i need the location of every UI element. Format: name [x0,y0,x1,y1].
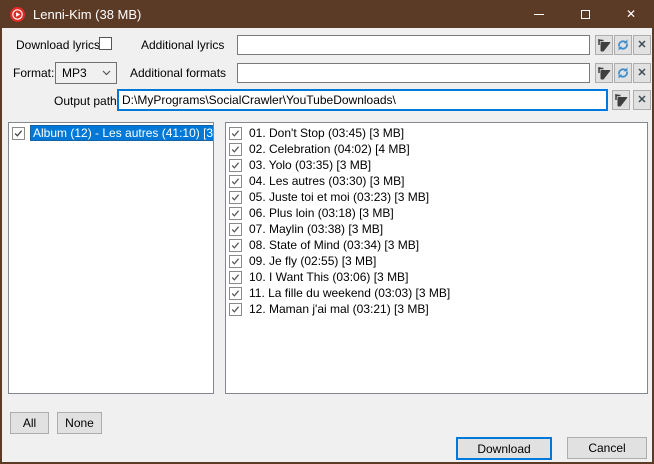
track-checkbox[interactable] [229,239,242,252]
track-label: 04. Les autres (03:30) [3 MB] [247,174,406,188]
maximize-icon [581,10,590,19]
track-checkbox[interactable] [229,175,242,188]
refresh-icon [616,66,630,80]
download-lyrics-checkbox[interactable] [99,37,112,50]
track-checkbox[interactable] [229,143,242,156]
select-all-button[interactable]: All [10,412,49,434]
lyrics-refresh-button[interactable] [614,35,632,55]
album-label: Album (12) - Les autres (41:10) [38 MB] [30,125,214,141]
paste-icon [597,38,611,52]
window-title: Lenni-Kim (38 MB) [33,7,141,22]
app-play-icon [10,7,25,22]
track-checkbox[interactable] [229,159,242,172]
formats-clear-button[interactable]: ✕ [633,63,651,83]
close-button[interactable]: ✕ [608,0,654,28]
lyrics-clear-button[interactable]: ✕ [633,35,651,55]
album-list-panel: Album (12) - Les autres (41:10) [38 MB] [8,122,214,394]
album-row[interactable]: Album (12) - Les autres (41:10) [38 MB] [9,125,213,141]
additional-lyrics-input[interactable] [237,35,590,55]
client-area: Download lyrics Additional lyrics ✕ Form… [2,28,652,462]
formats-paste-button[interactable] [595,63,613,83]
output-path-input[interactable] [117,89,608,111]
track-checkbox[interactable] [229,223,242,236]
download-lyrics-label: Download lyrics [16,38,100,52]
clear-x-icon: ✕ [637,68,646,79]
track-label: 03. Yolo (03:35) [3 MB] [247,158,373,172]
chevron-down-icon [102,70,111,76]
minimize-icon [534,14,544,15]
app-window: Lenni-Kim (38 MB) ✕ Download lyrics Addi… [0,0,654,464]
paste-icon [597,66,611,80]
track-label: 01. Don't Stop (03:45) [3 MB] [247,126,406,140]
paste-icon [614,93,628,107]
track-checkbox[interactable] [229,127,242,140]
track-checkbox[interactable] [229,287,242,300]
track-row[interactable]: 11. La fille du weekend (03:03) [3 MB] [226,285,647,301]
additional-lyrics-label: Additional lyrics [141,38,224,52]
track-row[interactable]: 02. Celebration (04:02) [4 MB] [226,141,647,157]
maximize-button[interactable] [562,0,608,28]
track-row[interactable]: 06. Plus loin (03:18) [3 MB] [226,205,647,221]
close-icon: ✕ [626,8,636,20]
track-checkbox[interactable] [229,271,242,284]
track-label: 08. State of Mind (03:34) [3 MB] [247,238,421,252]
output-path-clear-button[interactable]: ✕ [633,90,651,110]
format-value: MP3 [62,66,87,80]
title-bar: Lenni-Kim (38 MB) ✕ [0,0,654,28]
track-row[interactable]: 05. Juste toi et moi (03:23) [3 MB] [226,189,647,205]
track-label: 11. La fille du weekend (03:03) [3 MB] [247,286,452,300]
additional-formats-input[interactable] [237,63,590,83]
track-row[interactable]: 09. Je fly (02:55) [3 MB] [226,253,647,269]
track-label: 05. Juste toi et moi (03:23) [3 MB] [247,190,431,204]
download-button[interactable]: Download [456,437,552,460]
track-row[interactable]: 04. Les autres (03:30) [3 MB] [226,173,647,189]
select-none-button[interactable]: None [57,412,102,434]
track-label: 12. Maman j'ai mal (03:21) [3 MB] [247,302,431,316]
clear-x-icon: ✕ [637,40,646,51]
track-row[interactable]: 12. Maman j'ai mal (03:21) [3 MB] [226,301,647,317]
formats-refresh-button[interactable] [614,63,632,83]
track-label: 09. Je fly (02:55) [3 MB] [247,254,378,268]
track-checkbox[interactable] [229,191,242,204]
track-checkbox[interactable] [229,303,242,316]
track-row[interactable]: 07. Maylin (03:38) [3 MB] [226,221,647,237]
minimize-button[interactable] [516,0,562,28]
refresh-icon [616,38,630,52]
clear-x-icon: ✕ [637,95,646,106]
format-label: Format: [13,66,54,80]
track-row[interactable]: 03. Yolo (03:35) [3 MB] [226,157,647,173]
album-checkbox[interactable] [12,127,25,140]
track-label: 07. Maylin (03:38) [3 MB] [247,222,385,236]
lyrics-paste-button[interactable] [595,35,613,55]
track-label: 06. Plus loin (03:18) [3 MB] [247,206,396,220]
cancel-button[interactable]: Cancel [567,437,647,459]
additional-formats-label: Additional formats [130,66,226,80]
format-dropdown[interactable]: MP3 [55,62,117,84]
track-row[interactable]: 01. Don't Stop (03:45) [3 MB] [226,125,647,141]
track-checkbox[interactable] [229,207,242,220]
track-row[interactable]: 10. I Want This (03:06) [3 MB] [226,269,647,285]
track-row[interactable]: 08. State of Mind (03:34) [3 MB] [226,237,647,253]
track-label: 10. I Want This (03:06) [3 MB] [247,270,410,284]
track-checkbox[interactable] [229,255,242,268]
track-label: 02. Celebration (04:02) [4 MB] [247,142,412,156]
track-list-panel: 01. Don't Stop (03:45) [3 MB] 02. Celebr… [225,122,648,394]
output-path-label: Output path [54,94,117,108]
output-path-paste-button[interactable] [612,90,630,110]
